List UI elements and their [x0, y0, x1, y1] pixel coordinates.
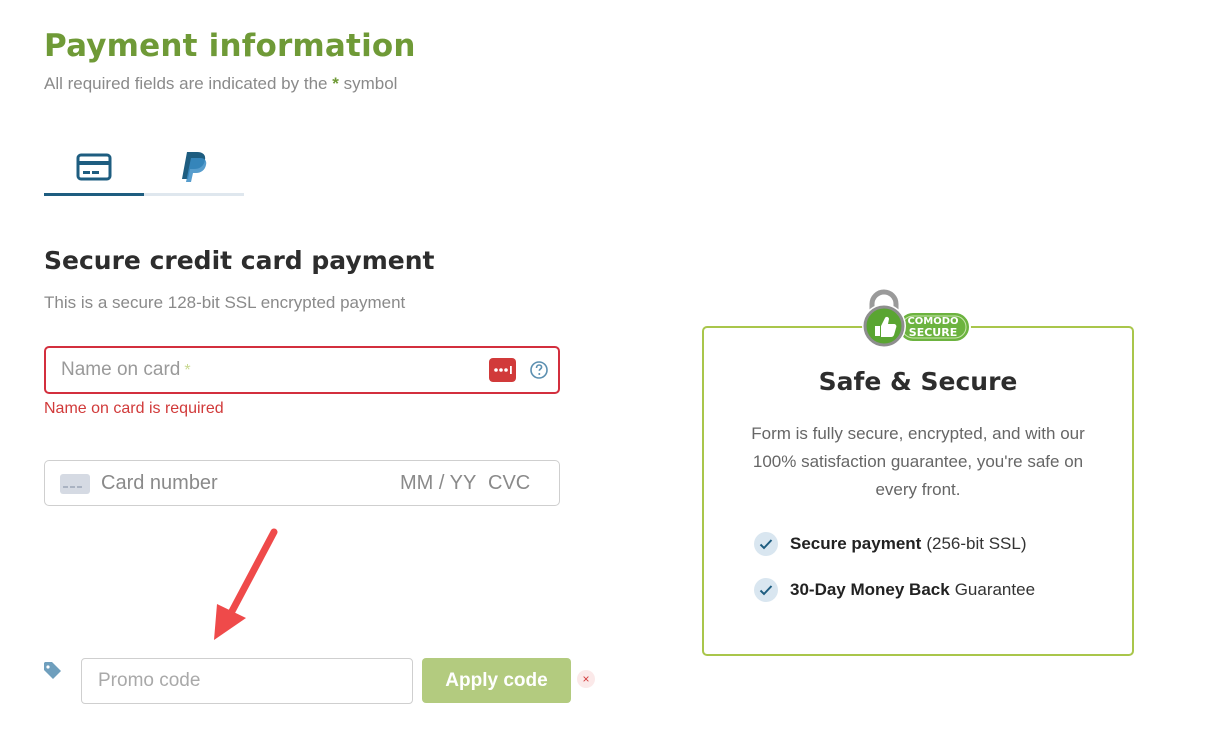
check-icon [754, 532, 778, 556]
section-title: Secure credit card payment [44, 246, 435, 275]
feature-bold: Secure payment [790, 534, 922, 553]
name-on-card-field[interactable]: Name on card * [44, 346, 560, 394]
expiry-placeholder: MM / YY [400, 472, 477, 494]
feature-money-back: 30-Day Money Back Guarantee [754, 578, 1035, 602]
password-manager-icon[interactable] [489, 358, 516, 382]
badge-text: SECURE [909, 326, 957, 339]
page-title: Payment information [44, 28, 416, 64]
name-on-card-placeholder-text: Name on card [61, 359, 181, 380]
credit-card-icon [76, 153, 112, 180]
panel-title: Safe & Secure [818, 367, 1018, 396]
required-fields-note: All required fields are indicated by the… [44, 73, 397, 95]
required-note-text: All required fields are indicated by the [44, 74, 328, 93]
feature-bold: 30-Day Money Back [790, 580, 950, 599]
cvc-placeholder: CVC [488, 472, 531, 494]
tab-paypal[interactable] [144, 140, 244, 196]
tag-icon [44, 662, 61, 679]
payment-method-tabs [44, 140, 244, 196]
panel-description: Form is fully secure, encrypted, and wit… [751, 424, 1085, 499]
help-icon[interactable] [529, 360, 549, 380]
required-star: * [332, 74, 339, 93]
card-number-placeholder: Card number [101, 472, 218, 494]
paypal-icon [182, 151, 207, 182]
name-on-card-error: Name on card is required [44, 400, 224, 417]
promo-code-input[interactable] [81, 658, 413, 704]
section-subtitle: This is a secure 128-bit SSL encrypted p… [44, 293, 406, 312]
card-number-field[interactable]: Card number MM / YY CVC [44, 460, 560, 506]
required-star: * [184, 362, 191, 379]
apply-code-button[interactable]: Apply code [422, 658, 571, 703]
required-note-suffix: symbol [343, 74, 398, 93]
safe-secure-panel: Safe & Secure Form is fully secure, encr… [702, 326, 1134, 656]
generic-card-icon [60, 474, 90, 494]
feature-text: Guarantee [954, 580, 1036, 599]
name-on-card-placeholder: Name on card * [61, 348, 191, 393]
feature-secure-payment: Secure payment (256-bit SSL) [754, 532, 1027, 556]
feature-text: (256-bit SSL) [926, 534, 1027, 553]
annotation-arrow [214, 528, 278, 640]
tab-credit-card[interactable] [44, 140, 144, 196]
remove-promo-button[interactable]: × [577, 670, 595, 688]
check-icon [754, 578, 778, 602]
comodo-secure-badge: COMODO SECURE [862, 289, 971, 348]
